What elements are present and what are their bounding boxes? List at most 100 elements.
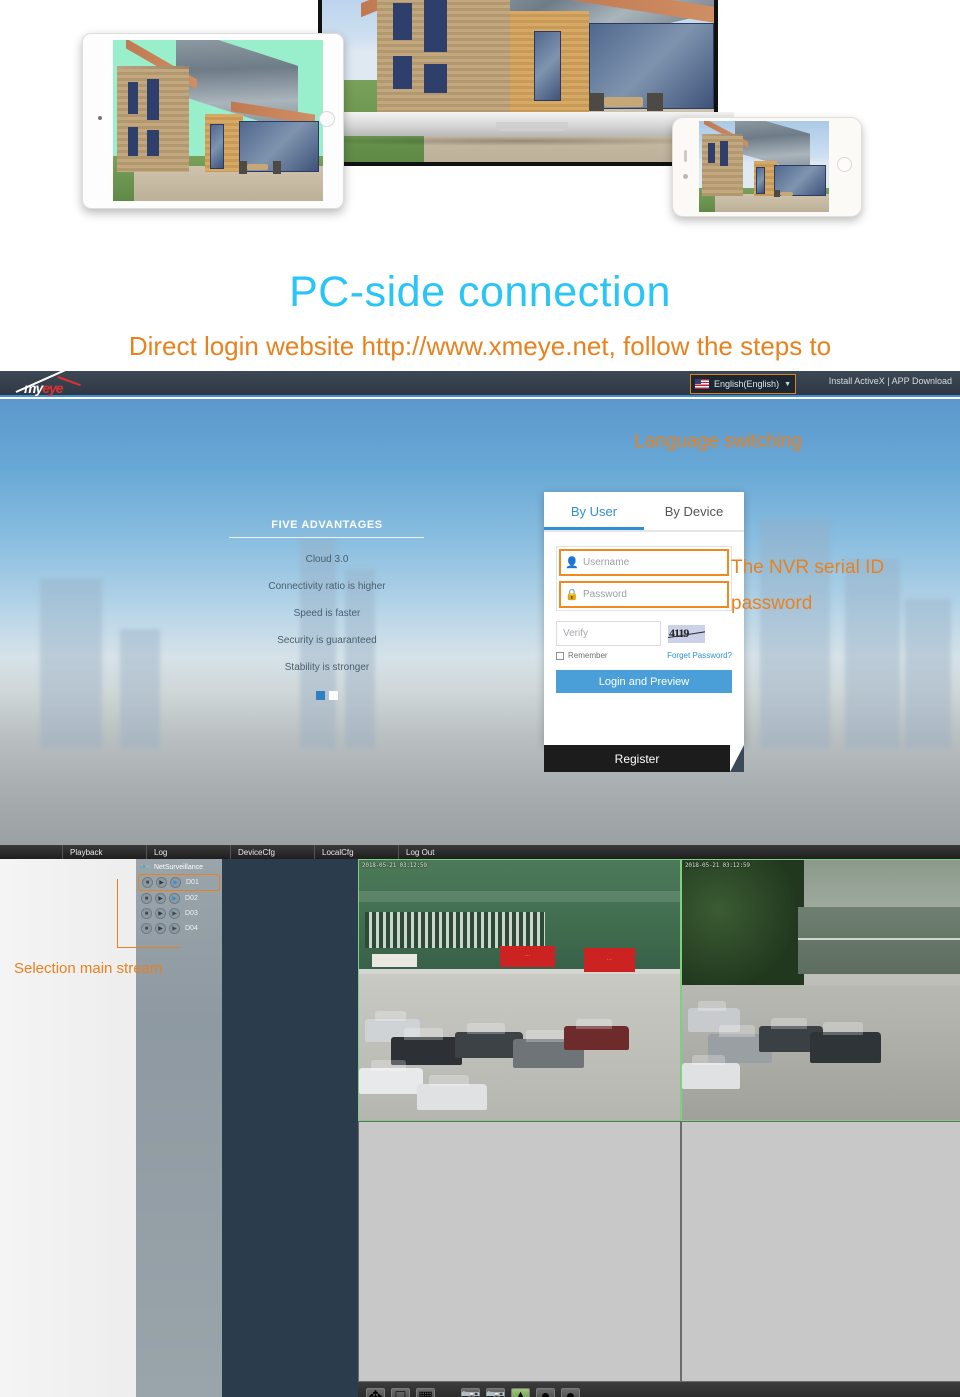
- play-sub-stream-icon[interactable]: ▶: [169, 923, 180, 934]
- stop-icon[interactable]: ■: [142, 877, 153, 888]
- advantage-item-1: Cloud 3.0: [305, 554, 349, 565]
- verify-input[interactable]: Verify: [556, 621, 661, 646]
- annotation-password: password: [731, 593, 813, 614]
- video-cell-4[interactable]: [681, 1121, 960, 1382]
- menu-item-log[interactable]: Log: [146, 845, 230, 859]
- app-download-link[interactable]: APP Download: [892, 376, 952, 386]
- video-timestamp-1: 2018-05-21 03:12:59: [362, 862, 427, 869]
- record-icon[interactable]: ●: [536, 1388, 555, 1397]
- page-root: PC-side connection Direct login website …: [0, 0, 960, 1397]
- stop-icon[interactable]: ■: [141, 893, 152, 904]
- register-button[interactable]: Register: [544, 745, 730, 772]
- tablet-device: [82, 33, 344, 209]
- advantage-item-4: Security is guaranteed: [277, 635, 377, 646]
- channel-row-d04[interactable]: ■ ▶ ▶ D04: [136, 921, 222, 936]
- advantages-divider: [229, 537, 424, 538]
- phone-speaker: [684, 150, 687, 162]
- advantage-item-5: Stability is stronger: [284, 662, 370, 673]
- capture-icon[interactable]: 📷: [461, 1388, 480, 1397]
- page-title: PC-side connection: [289, 268, 671, 316]
- phone-camera: [683, 174, 688, 179]
- video-cell-3[interactable]: [358, 1121, 681, 1382]
- hero-devices-banner: [0, 0, 960, 260]
- remember-row: Remember Forget Password?: [556, 651, 732, 660]
- annotation-language-switching: Language switching: [634, 431, 802, 452]
- fullscreen-icon[interactable]: ✥: [366, 1388, 385, 1397]
- remember-checkbox[interactable]: Remember: [556, 651, 608, 660]
- password-placeholder: Password: [583, 589, 627, 600]
- record-stop-icon[interactable]: ●: [561, 1388, 580, 1397]
- play-main-stream-icon[interactable]: ▶: [155, 893, 166, 904]
- leader-line-horizontal: [117, 947, 180, 948]
- advantage-item-3: Speed is faster: [293, 608, 361, 619]
- tab-by-device[interactable]: By Device: [644, 492, 744, 530]
- checkbox-box-icon[interactable]: [556, 651, 564, 660]
- monitor-notch: [496, 122, 568, 131]
- menu-item-logout[interactable]: Log Out: [398, 845, 482, 859]
- monitor-shadow: [300, 136, 736, 146]
- username-placeholder: Username: [583, 557, 630, 568]
- play-main-stream-icon[interactable]: ▶: [156, 877, 167, 888]
- logo-text-eye: eye: [42, 380, 63, 396]
- channel-label-d01: D01: [186, 879, 199, 886]
- tablet-home-button: [319, 111, 335, 127]
- links-divider: |: [887, 376, 890, 386]
- carousel-dot-1[interactable]: [316, 691, 325, 700]
- xmeye-header-links: Install ActiveX | APP Download: [829, 376, 952, 386]
- nvr-window-frame: 🔧 NetSurveillance ■ ▶ ▶ D01 ■ ▶ ▶ D02 ■ …: [136, 859, 960, 1397]
- password-field[interactable]: 🔒 Password: [559, 581, 729, 608]
- logo-text-my: my: [24, 380, 43, 396]
- install-activex-link[interactable]: Install ActiveX: [829, 376, 885, 386]
- channel-row-d03[interactable]: ■ ▶ ▶ D03: [136, 906, 222, 921]
- menu-item-localcfg[interactable]: LocalCfg: [314, 845, 398, 859]
- carousel-dots[interactable]: [247, 691, 407, 700]
- tab-by-user[interactable]: By User: [544, 492, 644, 530]
- advantage-item-2: Connectivity ratio is higher: [268, 581, 386, 592]
- annotation-nvr-serial-id: The NVR serial ID: [731, 557, 885, 578]
- play-sub-stream-icon[interactable]: ▶: [169, 908, 180, 919]
- nvr-body: 🔧 NetSurveillance ■ ▶ ▶ D01 ■ ▶ ▶ D02 ■ …: [0, 859, 960, 1397]
- device-tree-root[interactable]: 🔧 NetSurveillance: [136, 859, 222, 874]
- login-and-preview-button[interactable]: Login and Preview: [556, 670, 732, 693]
- single-view-icon[interactable]: □: [391, 1388, 410, 1397]
- play-sub-stream-icon[interactable]: ▶: [169, 893, 180, 904]
- stop-icon[interactable]: ■: [141, 908, 152, 919]
- page-subtitle: Direct login website http://www.xmeye.ne…: [128, 331, 832, 361]
- capture-stop-icon[interactable]: 📷: [486, 1388, 505, 1397]
- video-cell-1[interactable]: ··· ··· 2018-05-21 03:12:59: [358, 859, 681, 1121]
- language-selector[interactable]: English(English) ▼: [690, 374, 796, 394]
- captcha-code: 4119: [669, 625, 689, 640]
- quad-view-icon[interactable]: ▦: [416, 1388, 435, 1397]
- xmeye-topbar: myeye English(English) ▼ Install ActiveX…: [0, 371, 960, 397]
- channel-label-d04: D04: [185, 925, 198, 932]
- tablet-camera: [98, 116, 102, 120]
- channel-row-d02[interactable]: ■ ▶ ▶ D02: [136, 891, 222, 906]
- nvr-bottom-toolbar: ✥ □ ▦ 📷 📷 ▲ ● ● 🔊⊘: [358, 1382, 960, 1397]
- user-icon: 👤: [565, 557, 579, 569]
- video-cell-2[interactable]: 2018-05-21 03:12:59: [681, 859, 960, 1121]
- local-playback-icon[interactable]: ▲: [511, 1388, 530, 1397]
- carousel-dot-2[interactable]: [329, 691, 338, 700]
- language-value: English(English): [714, 379, 780, 389]
- remember-label: Remember: [568, 651, 608, 660]
- xmeye-hero-background: FIVE ADVANTAGES Cloud 3.0 Connectivity r…: [0, 399, 960, 845]
- phone-home-button: [837, 157, 852, 172]
- forget-password-link[interactable]: Forget Password?: [667, 651, 732, 660]
- play-main-stream-icon[interactable]: ▶: [155, 923, 166, 934]
- play-main-stream-icon[interactable]: ▶: [155, 908, 166, 919]
- menu-left-spacer: [0, 845, 62, 859]
- channel-row-d01[interactable]: ■ ▶ ▶ D01: [138, 874, 220, 891]
- username-field[interactable]: 👤 Username: [559, 549, 729, 576]
- menu-item-devicecfg[interactable]: DeviceCfg: [230, 845, 314, 859]
- title-block: PC-side connection Direct login website …: [0, 262, 960, 370]
- credential-fields: 👤 Username 🔒 Password: [556, 546, 732, 611]
- chevron-down-icon: ▼: [784, 380, 791, 388]
- login-tabs: By User By Device: [544, 492, 744, 532]
- lock-icon: 🔒: [565, 589, 579, 601]
- stop-icon[interactable]: ■: [141, 923, 152, 934]
- channel-label-d03: D03: [185, 910, 198, 917]
- captcha-image[interactable]: 4119: [668, 624, 705, 643]
- play-sub-stream-icon[interactable]: ▶: [170, 877, 181, 888]
- menu-item-playback[interactable]: Playback: [62, 845, 146, 859]
- xmeye-logo: myeye: [14, 371, 100, 396]
